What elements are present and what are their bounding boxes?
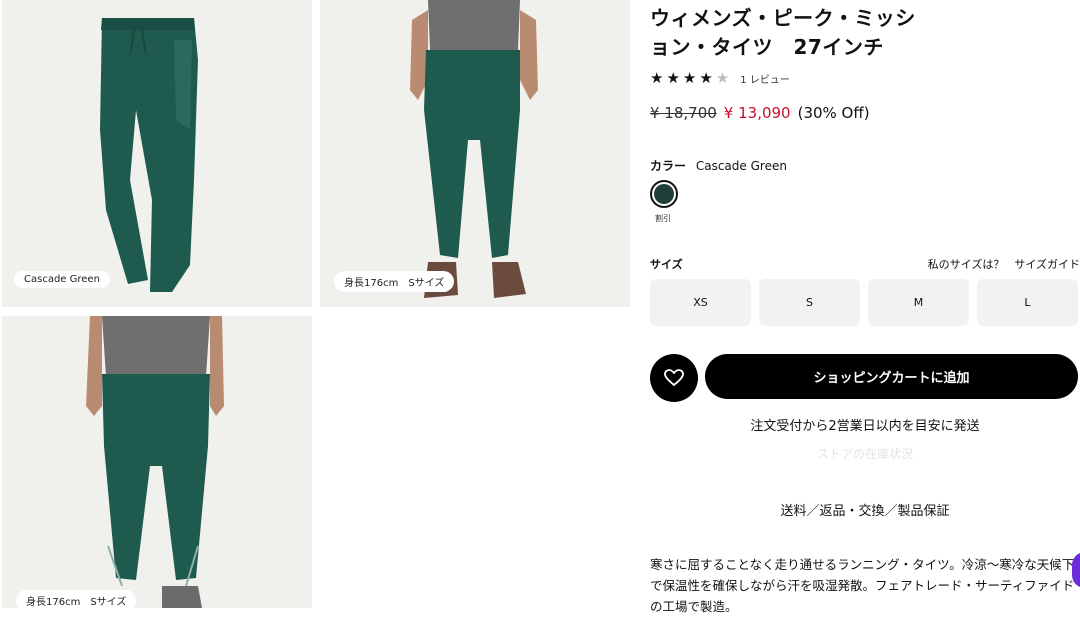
legging-flat-illustration <box>100 18 198 292</box>
color-label: カラー <box>650 159 687 173</box>
size-button-m[interactable]: M <box>868 279 969 326</box>
price-sale: ¥ 13,090 <box>723 104 791 122</box>
product-image-back[interactable]: 身長176cm Sサイズ <box>2 316 312 608</box>
my-size-link[interactable]: 私のサイズは？ <box>928 256 1005 272</box>
price-discount: (30% Off) <box>797 104 870 122</box>
star-icon: ★ <box>666 69 680 87</box>
model-back-illustration <box>86 316 224 608</box>
size-button-l[interactable]: L <box>977 279 1078 326</box>
color-row: カラー Cascade Green <box>650 157 787 174</box>
price-original: ¥ 18,700 <box>650 104 717 122</box>
product-title: ウィメンズ・ピーク・ミッション・タイツ 27インチ <box>650 6 916 59</box>
size-button-s[interactable]: S <box>759 279 860 326</box>
wishlist-button[interactable] <box>650 354 698 402</box>
price-block: ¥ 18,700 ¥ 13,090 (30% Off) <box>650 104 870 122</box>
color-name: Cascade Green <box>695 159 787 173</box>
heart-icon <box>664 369 684 387</box>
image-caption: 身長176cm Sサイズ <box>16 590 137 608</box>
shipping-note: 注文受付から2営業日以内を目安に発送 <box>750 419 980 434</box>
image-caption: 身長176cm Sサイズ <box>334 271 455 292</box>
size-guide-link[interactable]: サイズガイド <box>1014 256 1080 272</box>
add-to-cart-button[interactable]: ショッピングカートに追加 <box>705 354 1078 399</box>
star-icon: ★ <box>650 69 664 87</box>
color-swatch[interactable] <box>650 180 678 208</box>
policy-link[interactable]: 送料／返品・交換／製品保証 <box>650 500 1080 519</box>
image-caption: Cascade Green <box>14 271 110 288</box>
size-button-xs[interactable]: XS <box>650 279 751 326</box>
size-label: サイズ <box>650 258 683 271</box>
star-icon: ★ <box>682 69 697 87</box>
discount-tag: 割引 <box>655 214 671 223</box>
model-front-illustration <box>410 0 538 298</box>
rating[interactable]: ★ ★ ★ ★ ★ 1 レビュー <box>650 70 790 86</box>
store-stock-link[interactable]: ストアの在庫状況 <box>650 445 1080 462</box>
product-info-panel: ウィメンズ・ピーク・ミッション・タイツ 27インチ ★ ★ ★ ★ ★ 1 レビ… <box>650 0 1080 614</box>
star-icon: ★ <box>699 69 713 87</box>
product-image-flat[interactable]: Cascade Green <box>2 0 312 307</box>
review-count-link[interactable]: 1 レビュー <box>740 71 790 86</box>
product-image-front[interactable]: 身長176cm Sサイズ <box>320 0 630 307</box>
star-empty-icon: ★ <box>715 69 730 87</box>
size-help: 私のサイズは？ サイズガイド <box>928 256 1080 272</box>
